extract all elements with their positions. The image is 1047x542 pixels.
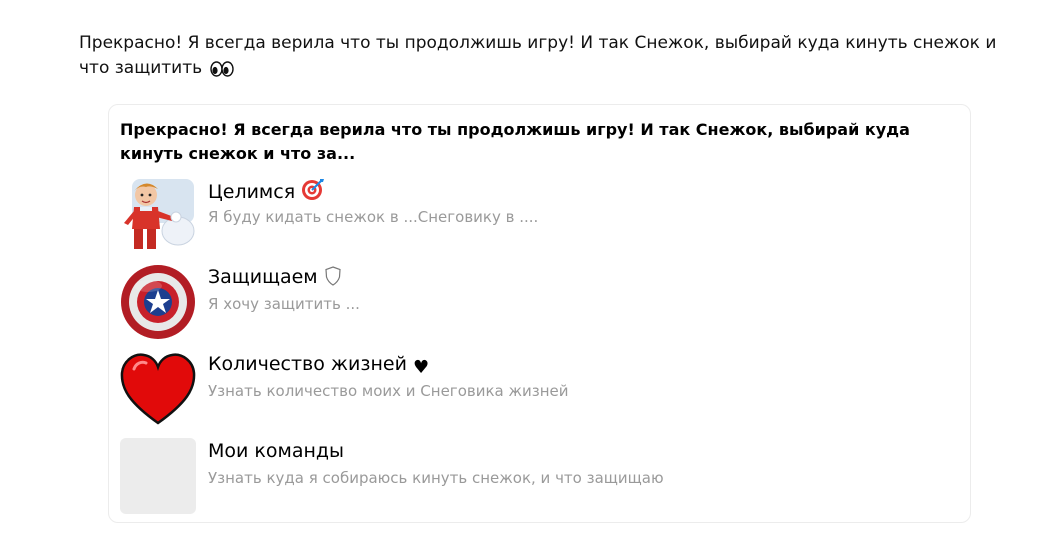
item-title: Целимся xyxy=(208,177,325,209)
eyes-emoji-icon xyxy=(209,60,234,85)
item-title: Количество жизней ♥ xyxy=(208,351,429,381)
item-my-commands[interactable]: Мои команды Узнать куда я собираюсь кину… xyxy=(109,438,970,514)
item-subtitle: Я буду кидать снежок в ...Снеговику в ..… xyxy=(208,208,539,226)
shield-emoji-icon xyxy=(324,266,342,294)
item-subtitle: Узнать куда я собираюсь кинуть снежок, и… xyxy=(208,469,664,487)
captain-shield-image xyxy=(120,264,196,340)
item-defend[interactable]: Защищаем Я хочу защитить ... xyxy=(109,264,970,340)
target-emoji-icon xyxy=(301,177,325,209)
item-title: Мои команды xyxy=(208,440,345,462)
empty-placeholder-image xyxy=(120,438,196,514)
item-subtitle: Я хочу защитить ... xyxy=(208,295,360,313)
boy-throwing-snowball-image xyxy=(120,177,196,253)
item-subtitle: Узнать количество моих и Снеговика жизне… xyxy=(208,382,569,400)
red-heart-image xyxy=(120,351,196,427)
item-lives[interactable]: Количество жизней ♥ Узнать количество мои… xyxy=(109,351,970,427)
heart-emoji-icon: ♥ xyxy=(412,357,430,378)
card-title: Прекрасно! Я всегда верила что ты продол… xyxy=(120,120,910,163)
assistant-message: Прекрасно! Я всегда верила что ты продол… xyxy=(79,31,1019,85)
gallery-card: Прекрасно! Я всегда верила что ты продол… xyxy=(108,104,971,523)
item-title: Защищаем xyxy=(208,264,342,294)
item-aim[interactable]: Целимся Я буду кидать снежок в ...Снегов… xyxy=(109,177,970,253)
